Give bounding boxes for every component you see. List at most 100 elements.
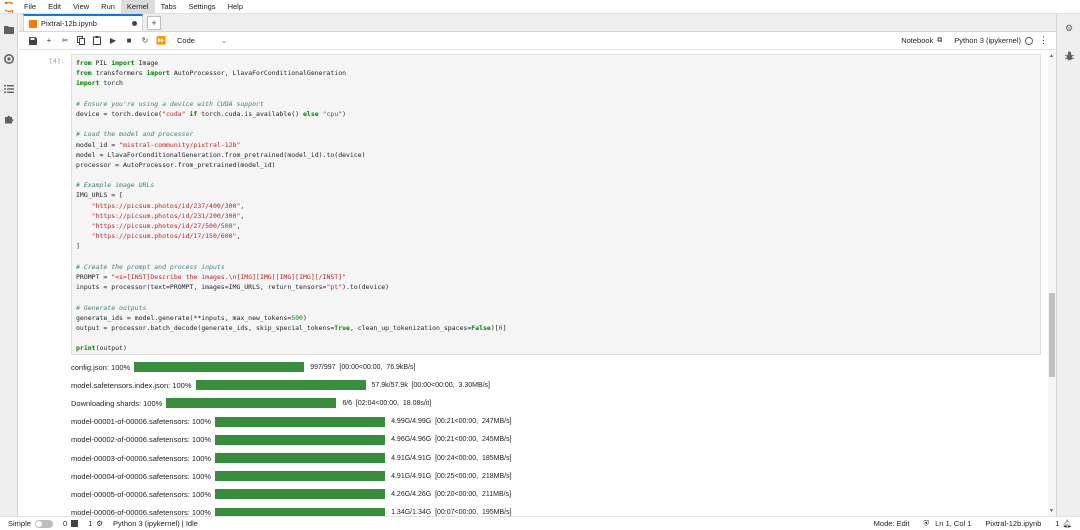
code-line: # Create the prompt and process inputs: [76, 262, 225, 271]
copy-icon[interactable]: [73, 33, 89, 49]
tab-bar: Pixtral-12b.ipynb +: [19, 14, 1056, 32]
extension-puzzle-icon[interactable]: [0, 104, 18, 134]
notebook-scrollbar[interactable]: ▲ ▼: [1048, 51, 1056, 516]
notebook-label[interactable]: Notebook: [901, 36, 933, 45]
progress-stat: 4.91G/4.91G [00:24<00:00, 185MB/s]: [391, 454, 512, 462]
progress-row: Downloading shards: 100% 6/6 [02:04<00:00…: [71, 394, 1041, 412]
menu-help[interactable]: Help: [222, 0, 249, 14]
folder-icon[interactable]: [0, 14, 18, 44]
scrollbar-thumb[interactable]: [1049, 293, 1055, 377]
progress-bar: [215, 507, 386, 516]
property-inspector-icon[interactable]: ⚙: [1057, 14, 1080, 42]
paste-icon[interactable]: [89, 33, 105, 49]
code-line: "https://picsum.photos/id/237/400/300",: [91, 201, 245, 210]
stop-icon[interactable]: ■: [121, 33, 137, 49]
terminal-count-value: 0: [62, 519, 68, 528]
code-line: "https://picsum.photos/id/231/200/300",: [91, 211, 245, 220]
progress-bar: [195, 380, 366, 391]
progress-label: model.safetensors.index.json: 100%: [71, 380, 192, 390]
chevron-down-icon: ⌄: [221, 37, 227, 45]
progress-row: model-00002-of-00006.safetensors: 100% 4.…: [71, 431, 1041, 449]
scroll-up-icon[interactable]: ▲: [1049, 53, 1054, 59]
code-line: from transformers import AutoProcessor, …: [76, 69, 347, 78]
trusted-shield-icon[interactable]: ⛨: [924, 519, 930, 529]
code-line: "https://picsum.photos/id/27/500/500",: [91, 222, 241, 230]
progress-row: model-00004-of-00006.safetensors: 100% 4.…: [71, 467, 1041, 485]
run-icon[interactable]: ▶: [105, 33, 121, 49]
code-line: # Ensure you're using a device with CUDA…: [76, 99, 264, 108]
code-line: processor = AutoProcessor.from_pretraine…: [76, 160, 276, 169]
progress-stat: 4.96G/4.96G [00:21<00:00, 245MB/s]: [391, 436, 512, 444]
progress-row: model-00005-of-00006.safetensors: 100% 4.…: [71, 485, 1041, 503]
progress-label: model-00006-of-00006.safetensors: 100%: [71, 508, 212, 516]
progress-bar: [215, 489, 386, 500]
kernel-name[interactable]: Python 3 (ipykernel): [954, 36, 1021, 45]
progress-bar: [215, 434, 386, 445]
progress-label: model-00004-of-00006.safetensors: 100%: [71, 471, 212, 481]
menu-view[interactable]: View: [67, 0, 95, 14]
simple-mode-toggle[interactable]: [34, 519, 53, 528]
code-line: output = processor.batch_decode(generate…: [76, 323, 507, 332]
notification-count-value: 1: [1055, 519, 1060, 528]
progress-stat: 4.91G/4.91G [00:25<00:00, 218MB/s]: [391, 472, 512, 480]
cell-prompt: [4]:: [49, 57, 65, 65]
code-line: generate_ids = model.generate(**inputs, …: [76, 313, 307, 322]
save-icon[interactable]: [25, 33, 41, 49]
kernel-status-text[interactable]: Python 3 (ipykernel) | Idle: [113, 519, 198, 528]
code-line: model = LlavaForConditionalGeneration.fr…: [76, 150, 366, 159]
code-line: import torch: [76, 79, 123, 88]
current-filename: Pixtral-12b.ipynb: [985, 519, 1042, 528]
code-editor[interactable]: from PIL import Image from transformers i…: [71, 54, 1041, 355]
jupyter-logo-icon: [0, 0, 18, 14]
terminal-count[interactable]: 0: [62, 519, 79, 528]
progress-bar: [215, 471, 386, 482]
restart-run-all-icon[interactable]: ⏩: [153, 33, 169, 49]
scroll-down-icon[interactable]: ▼: [1049, 508, 1054, 514]
unsaved-dot-icon[interactable]: [132, 21, 137, 26]
cursor-position[interactable]: Ln 1, Col 1: [935, 519, 971, 528]
progress-row: model-00001-of-00006.safetensors: 100% 4.…: [71, 413, 1041, 431]
running-kernels-icon[interactable]: [0, 44, 18, 74]
progress-label: model-00001-of-00006.safetensors: 100%: [71, 417, 212, 427]
progress-bar: [215, 416, 386, 427]
bell-icon: 🔔︎: [1062, 519, 1072, 528]
menu-run[interactable]: Run: [95, 0, 121, 14]
right-sidebar: ⚙: [1056, 14, 1080, 516]
cell-type-select[interactable]: Code ⌄: [177, 36, 227, 45]
code-line: inputs = processor(text=PROMPT, images=I…: [76, 283, 390, 292]
menu-kernel[interactable]: Kernel: [120, 0, 155, 14]
tab-notebook[interactable]: Pixtral-12b.ipynb: [23, 14, 143, 31]
kernel-count[interactable]: 1 ⚙: [88, 519, 103, 528]
restart-icon[interactable]: ↻: [137, 33, 153, 49]
menu-file[interactable]: File: [18, 0, 42, 14]
more-options-icon[interactable]: ⋮: [1039, 35, 1048, 46]
menu-tabs[interactable]: Tabs: [155, 0, 183, 14]
status-bar-right: Mode: Edit ⛨ Ln 1, Col 1 Pixtral-12b.ipy…: [860, 519, 1072, 529]
menu-settings[interactable]: Settings: [182, 0, 221, 14]
insert-cell-icon[interactable]: +: [41, 33, 57, 49]
terminal-icon: [71, 520, 79, 527]
code-line: print(output): [76, 344, 127, 353]
debugger-icon[interactable]: [1057, 42, 1080, 70]
open-external-icon[interactable]: ⧉: [937, 37, 942, 45]
new-tab-button[interactable]: +: [147, 16, 161, 30]
progress-stat: 6/6 [02:04<00:00, 18.08s/it]: [342, 399, 432, 407]
notebook-icon: [29, 19, 37, 28]
menu-edit[interactable]: Edit: [42, 0, 67, 14]
kernel-count-value: 1: [88, 519, 93, 528]
toolbar-right: Notebook ⧉ Python 3 (ipykernel) ⋮: [901, 35, 1056, 46]
progress-label: model-00002-of-00006.safetensors: 100%: [71, 435, 212, 445]
progress-row: config.json: 100% 997/997 [00:00<00:00, 7…: [71, 358, 1041, 376]
kernel-status-icon: [1025, 36, 1033, 45]
code-line: model_id = "mistral-community/pixtral-12…: [76, 140, 241, 149]
progress-stat: 4.99G/4.99G [00:21<00:00, 247MB/s]: [391, 418, 512, 426]
code-line: ]: [76, 242, 80, 251]
notification-count[interactable]: 1 🔔︎: [1055, 519, 1072, 528]
status-bar: Simple 0 1 ⚙ Python 3 (ipykernel) | Idle…: [0, 516, 1080, 530]
cut-icon[interactable]: ✂: [57, 33, 73, 49]
table-of-contents-icon[interactable]: [0, 74, 18, 104]
notebook-toolbar: + ✂ ▶ ■ ↻ ⏩ Code ⌄ Notebook ⧉ Python 3 (…: [19, 32, 1056, 50]
code-line: # Example image URLs: [76, 181, 155, 190]
